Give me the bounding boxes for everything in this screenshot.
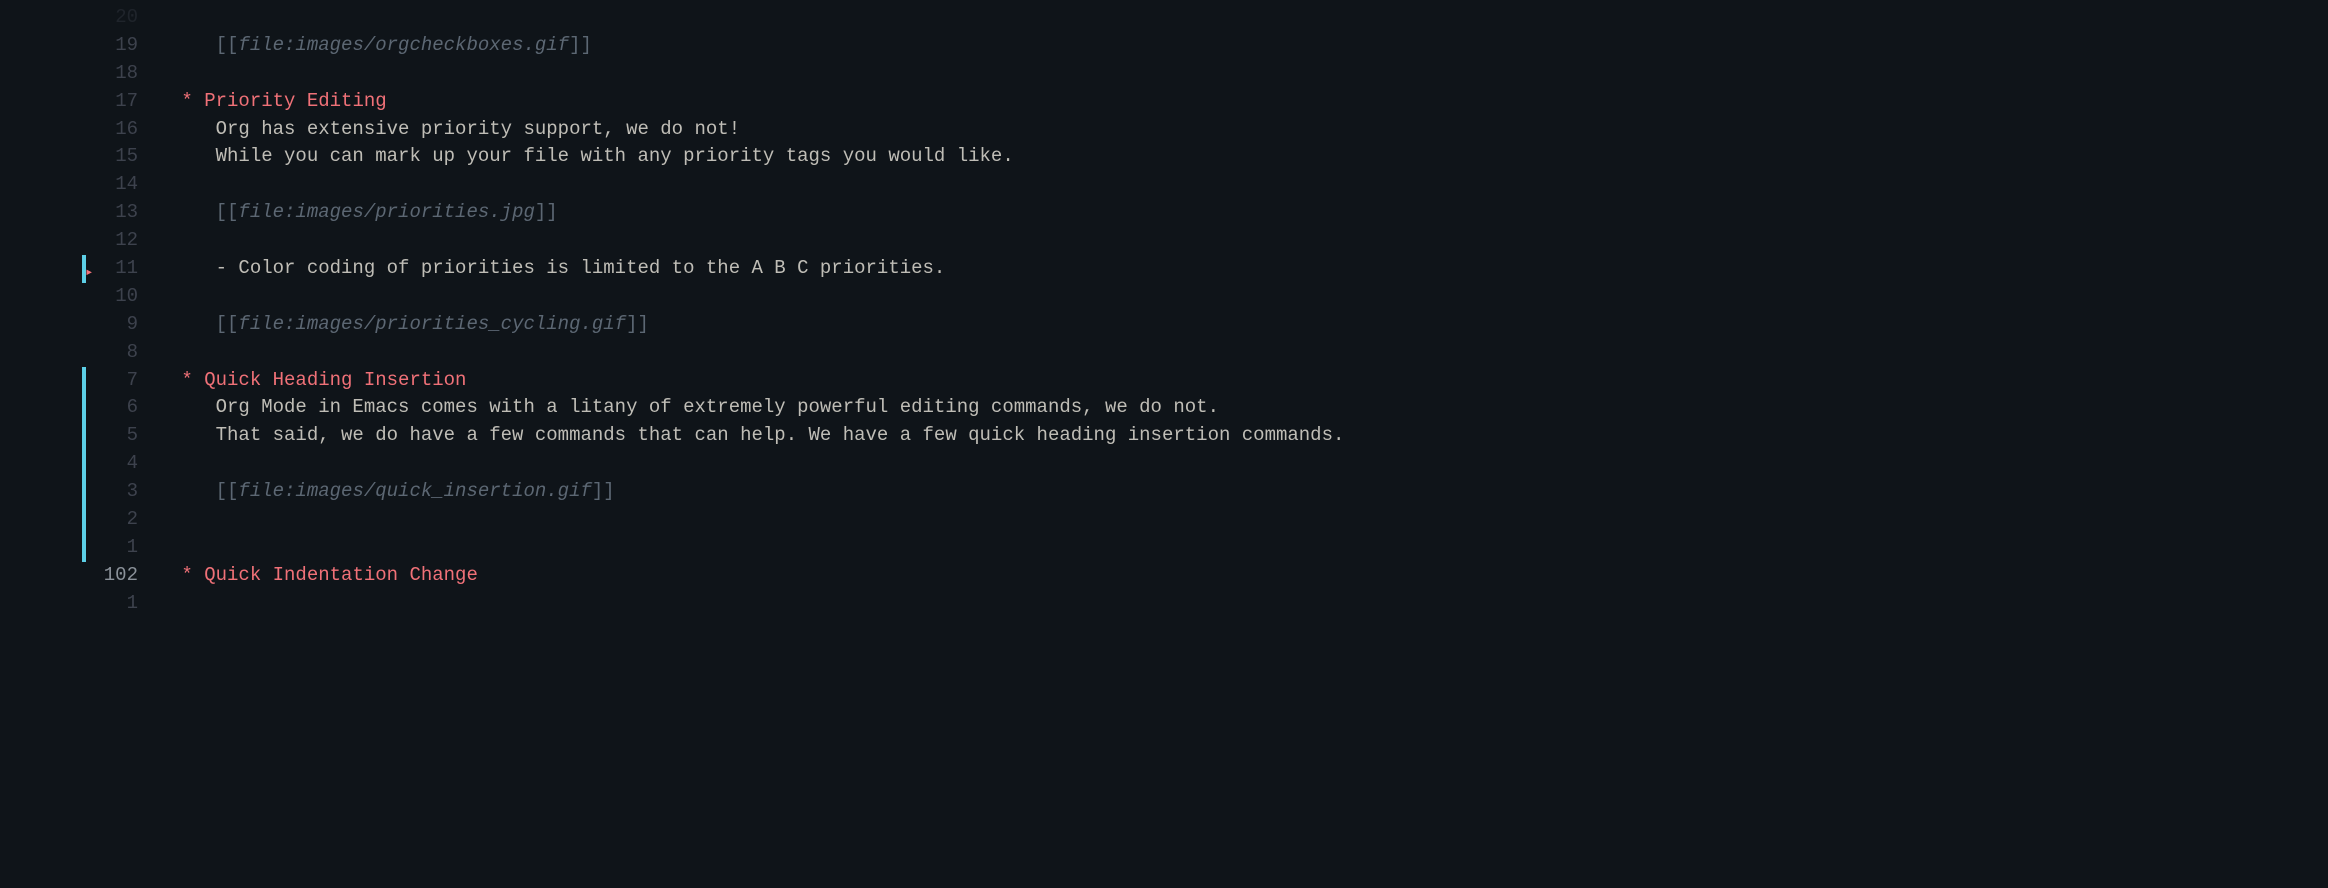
- code-line[interactable]: [170, 339, 2328, 367]
- code-segment: Org Mode in Emacs comes with a litany of…: [170, 396, 1219, 418]
- code-segment: *: [181, 564, 192, 586]
- code-line[interactable]: [170, 283, 2328, 311]
- line-number: 2: [90, 506, 160, 534]
- code-segment: ]]: [569, 34, 592, 56]
- code-segment: [170, 564, 181, 586]
- code-segment: [193, 90, 204, 112]
- code-line[interactable]: That said, we do have a few commands tha…: [170, 422, 2328, 450]
- code-line[interactable]: [[file:images/quick_insertion.gif]]: [170, 478, 2328, 506]
- line-number: 11: [90, 255, 160, 283]
- line-number: 14: [90, 171, 160, 199]
- code-line[interactable]: [170, 590, 2328, 618]
- line-number: 4: [90, 450, 160, 478]
- line-number: 9: [90, 311, 160, 339]
- code-segment: [193, 369, 204, 391]
- line-number: 16: [90, 116, 160, 144]
- line-number: 19: [90, 32, 160, 60]
- code-line[interactable]: [170, 506, 2328, 534]
- code-line[interactable]: - Color coding of priorities is limited …: [170, 255, 2328, 283]
- code-segment: Quick Heading Insertion: [204, 369, 466, 391]
- code-area[interactable]: [[file:images/orgcheckboxes.gif]] * Prio…: [160, 0, 2328, 888]
- code-segment: file:images/priorities_cycling.gif: [238, 313, 626, 335]
- code-segment: [[: [216, 313, 239, 335]
- line-number: 6: [90, 394, 160, 422]
- code-segment: While you can mark up your file with any…: [170, 145, 1014, 167]
- code-line[interactable]: [[file:images/priorities_cycling.gif]]: [170, 311, 2328, 339]
- code-segment: file:images/orgcheckboxes.gif: [238, 34, 569, 56]
- line-number: 3: [90, 478, 160, 506]
- code-segment: [193, 564, 204, 586]
- code-segment: ]]: [592, 480, 615, 502]
- code-segment: [170, 480, 216, 502]
- code-segment: [[: [216, 34, 239, 56]
- code-segment: - Color coding of priorities is limited …: [170, 257, 945, 279]
- code-segment: [170, 201, 216, 223]
- code-line[interactable]: [170, 171, 2328, 199]
- line-number: 12: [90, 227, 160, 255]
- code-segment: That said, we do have a few commands tha…: [170, 424, 1344, 446]
- code-segment: [[: [216, 201, 239, 223]
- code-line[interactable]: [170, 60, 2328, 88]
- line-number: 20: [90, 4, 160, 32]
- code-line[interactable]: [170, 4, 2328, 32]
- code-segment: Priority Editing: [204, 90, 386, 112]
- code-segment: [[: [216, 480, 239, 502]
- code-segment: file:images/priorities.jpg: [238, 201, 534, 223]
- line-number: 8: [90, 339, 160, 367]
- code-line[interactable]: * Quick Heading Insertion: [170, 367, 2328, 395]
- code-segment: file:images/quick_insertion.gif: [238, 480, 591, 502]
- editor: ▸ 20191817161514131211109876543211021 [[…: [0, 0, 2328, 888]
- code-line[interactable]: [170, 227, 2328, 255]
- line-number: 1: [90, 534, 160, 562]
- line-number: 7: [90, 367, 160, 395]
- code-segment: [170, 369, 181, 391]
- code-segment: ]]: [626, 313, 649, 335]
- code-segment: [170, 313, 216, 335]
- change-mark-icon: [82, 367, 86, 562]
- line-number: 17: [90, 88, 160, 116]
- code-line[interactable]: [[file:images/priorities.jpg]]: [170, 199, 2328, 227]
- line-number: 102: [90, 562, 160, 590]
- line-number: 15: [90, 143, 160, 171]
- code-line[interactable]: [[file:images/orgcheckboxes.gif]]: [170, 32, 2328, 60]
- code-segment: *: [181, 369, 192, 391]
- code-line[interactable]: Org Mode in Emacs comes with a litany of…: [170, 394, 2328, 422]
- code-segment: Quick Indentation Change: [204, 564, 478, 586]
- deletion-mark-icon: ▸: [85, 263, 91, 273]
- code-segment: *: [181, 90, 192, 112]
- gutter-marks: ▸: [0, 0, 90, 888]
- line-number: 10: [90, 283, 160, 311]
- code-line[interactable]: * Priority Editing: [170, 88, 2328, 116]
- code-line[interactable]: [170, 534, 2328, 562]
- line-number: 18: [90, 60, 160, 88]
- code-segment: [170, 34, 216, 56]
- line-number: 5: [90, 422, 160, 450]
- line-numbers-gutter: 20191817161514131211109876543211021: [90, 0, 160, 888]
- line-number: 13: [90, 199, 160, 227]
- code-segment: ]]: [535, 201, 558, 223]
- code-line[interactable]: Org has extensive priority support, we d…: [170, 116, 2328, 144]
- line-number: 1: [90, 590, 160, 618]
- code-line[interactable]: * Quick Indentation Change: [170, 562, 2328, 590]
- code-line[interactable]: While you can mark up your file with any…: [170, 143, 2328, 171]
- code-segment: Org has extensive priority support, we d…: [170, 118, 740, 140]
- code-segment: [170, 90, 181, 112]
- code-line[interactable]: [170, 450, 2328, 478]
